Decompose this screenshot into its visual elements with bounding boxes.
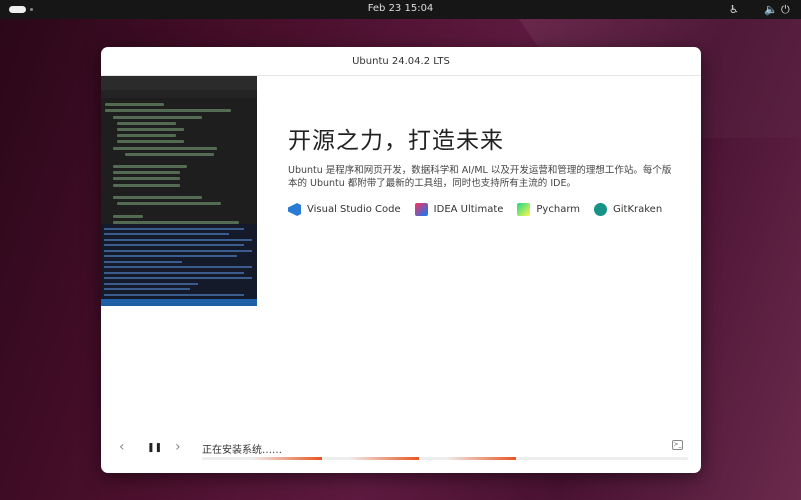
app-vscode: Visual Studio Code [288,203,401,216]
top-bar: Feb 23 15:04 ♿ 🔈 ⏻ [0,0,801,19]
gitkraken-icon [594,203,607,216]
next-slide-button[interactable]: › [175,439,181,455]
install-progress-bar [202,457,688,460]
power-icon[interactable]: ⏻ [781,3,790,17]
app-list: Visual Studio Code IDEA Ultimate Pycharm… [288,203,676,216]
pycharm-icon [517,203,531,216]
progress-segment [446,457,516,460]
install-status: 正在安装系统…… [202,445,282,456]
installer-window: Ubuntu 24.04.2 LTS 开源之力，打造未来 Ubuntu 是程序和… [101,47,701,473]
app-label: Visual Studio Code [307,204,401,215]
app-gitkraken: GitKraken [594,203,662,216]
intellij-icon [414,203,428,216]
clock[interactable]: Feb 23 15:04 [0,3,801,14]
slide-heading: 开源之力，打造未来 [288,128,504,154]
volume-icon[interactable]: 🔈 [764,3,778,16]
app-label: IDEA Ultimate [433,204,504,215]
terminal-log-button[interactable]: >_ [672,440,683,450]
app-idea: IDEA Ultimate [414,203,504,216]
progress-segment [252,457,322,460]
app-label: Pycharm [536,204,580,215]
slide-description: Ubuntu 是程序和网页开发，数据科学和 AI/ML 以及开发运营和管理的理想… [288,165,672,189]
pause-button[interactable]: ❚❚ [147,443,162,453]
vscode-icon [288,203,301,216]
previous-slide-button[interactable]: ‹ [119,439,125,455]
window-title: Ubuntu 24.04.2 LTS [101,47,701,76]
accessibility-icon[interactable]: ♿ [729,3,739,16]
app-label: GitKraken [613,204,663,215]
app-pycharm: Pycharm [517,203,580,216]
progress-segment [349,457,419,460]
vscode-screenshot [101,76,257,306]
